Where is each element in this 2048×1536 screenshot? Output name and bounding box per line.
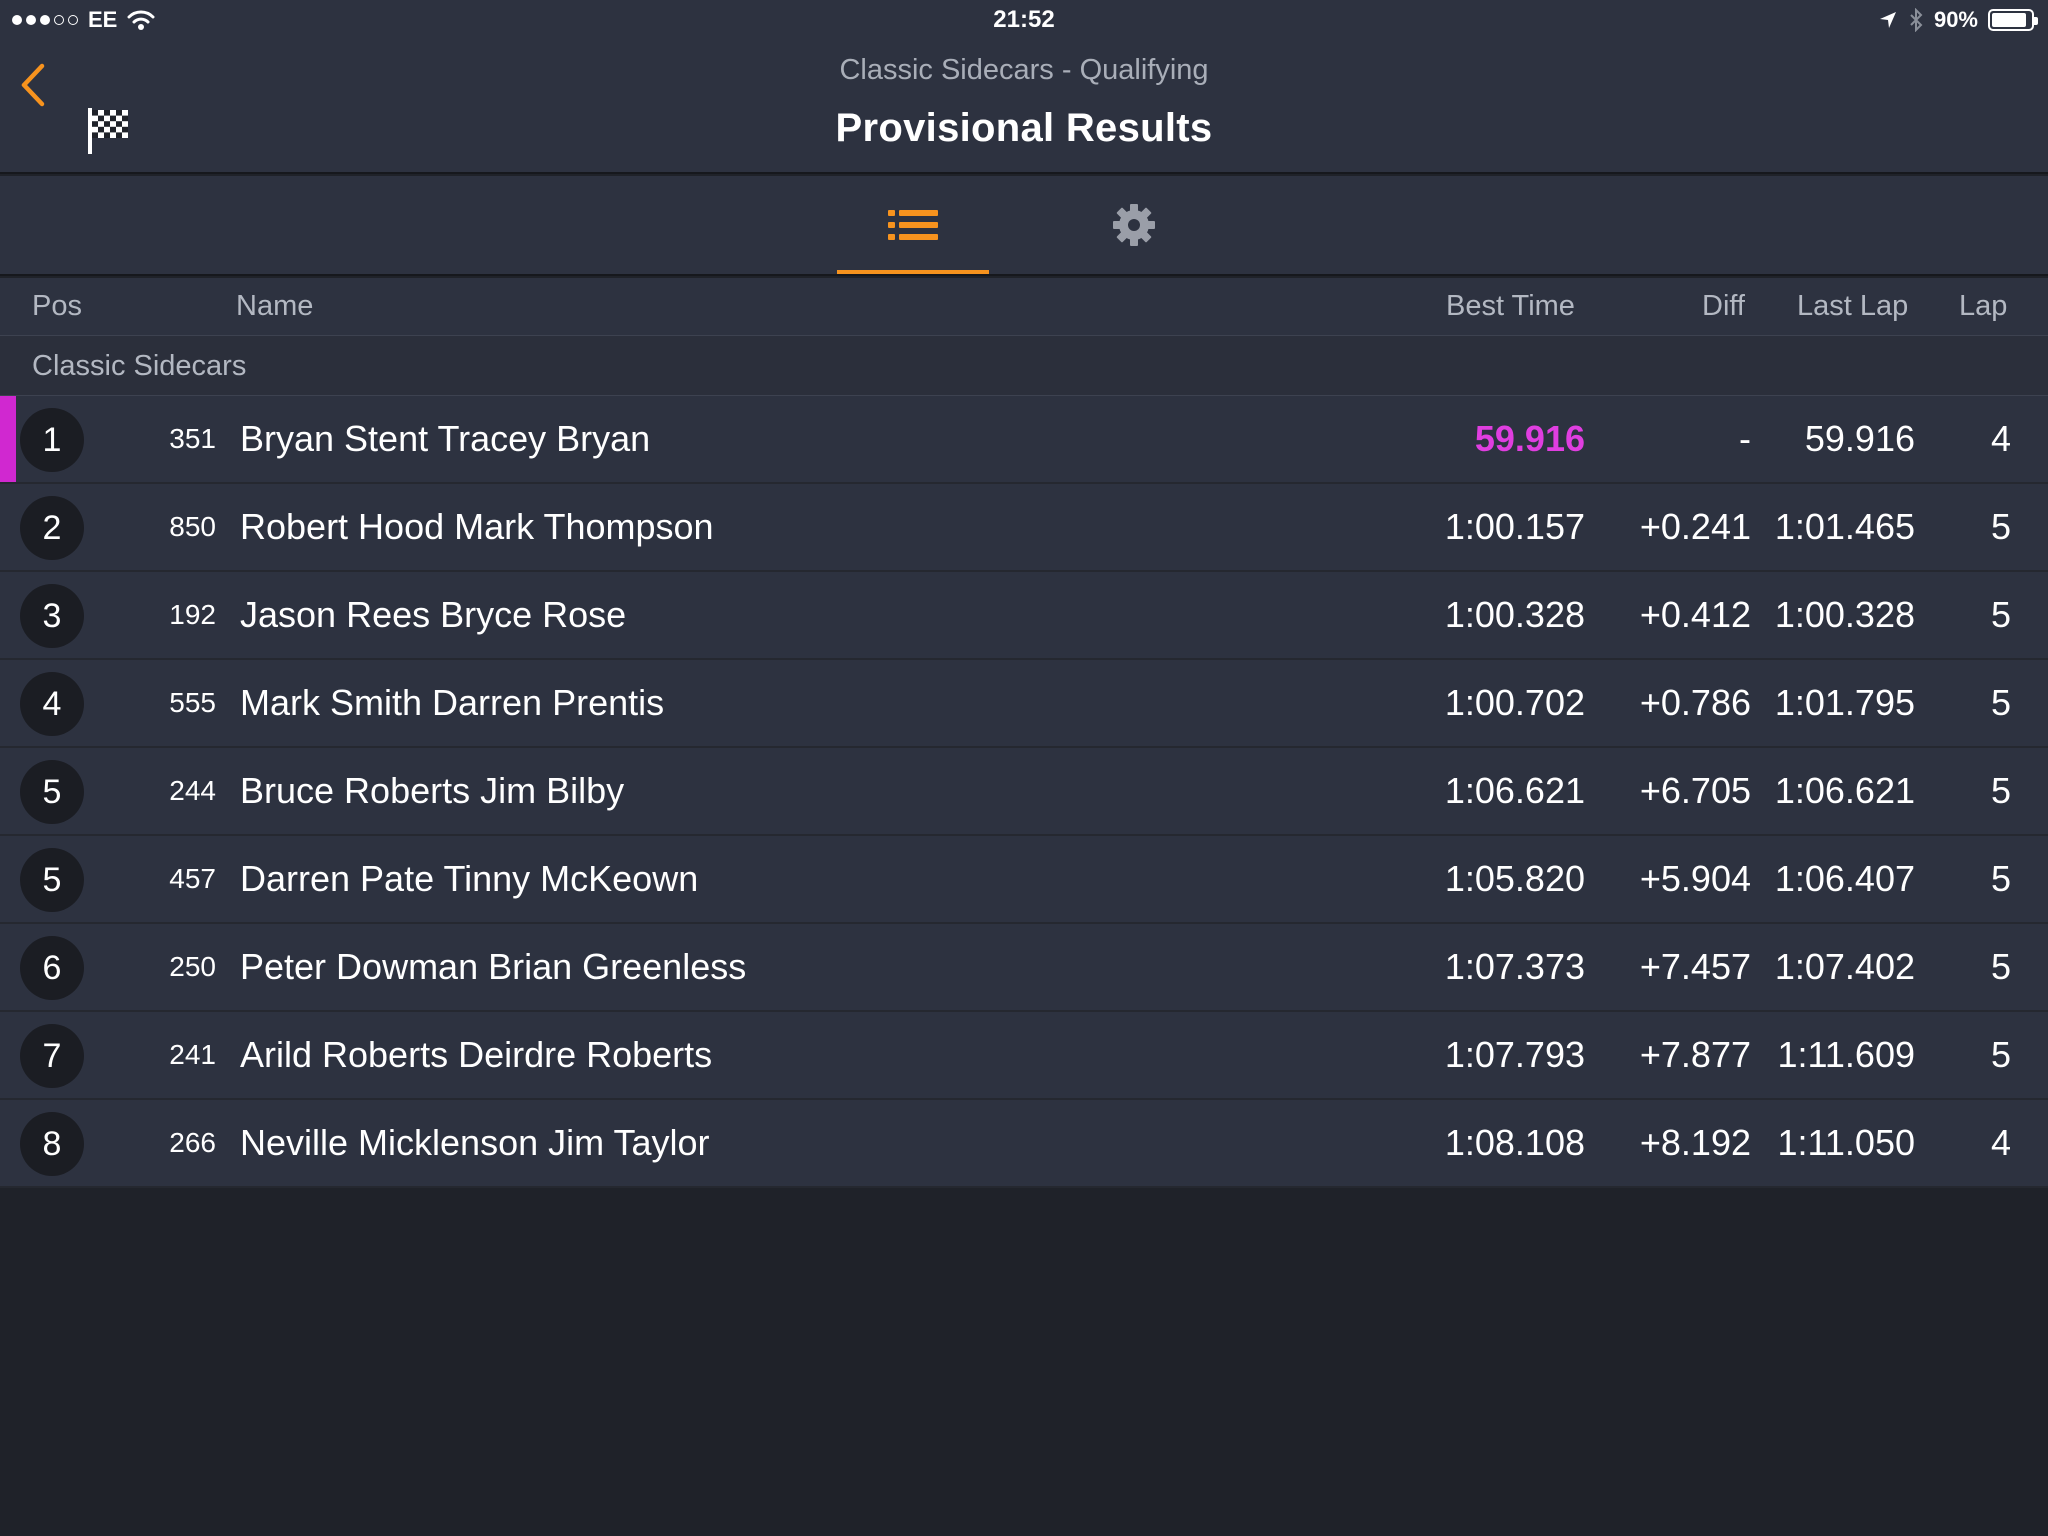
- last-lap-time: 1:01.795: [1774, 682, 1915, 723]
- time-diff: +6.705: [1639, 770, 1751, 811]
- fastest-lap-indicator: [0, 396, 16, 482]
- race-number: 351: [169, 423, 216, 454]
- best-time: 1:07.793: [1444, 1034, 1585, 1075]
- best-time: 1:05.820: [1444, 858, 1585, 899]
- position-badge: 4: [20, 672, 84, 736]
- position-badge: 1: [20, 408, 84, 472]
- page-title: Provisional Results: [835, 106, 1213, 150]
- best-time: 1:00.702: [1444, 682, 1585, 723]
- tab-bar: [0, 176, 2048, 276]
- rider-names: Robert Hood Mark Thompson: [240, 506, 714, 547]
- position-badge: 6: [20, 936, 84, 1000]
- rider-names: Arild Roberts Deirdre Roberts: [240, 1034, 713, 1075]
- last-lap-time: 59.916: [1804, 418, 1915, 459]
- time-diff: +8.192: [1639, 1122, 1751, 1163]
- active-tab-indicator: [837, 270, 989, 274]
- time-diff: +0.412: [1639, 594, 1751, 635]
- best-time: 1:00.157: [1444, 506, 1585, 547]
- tab-settings[interactable]: [1058, 176, 1210, 274]
- time-diff: +7.457: [1639, 946, 1751, 987]
- status-bar-right: 90%: [1878, 6, 2038, 34]
- column-best-time: Best Time: [1446, 290, 1575, 322]
- section-header: Classic Sidecars: [0, 336, 2048, 396]
- lap-count: 5: [1990, 770, 2011, 811]
- table-row[interactable]: 8 266 Neville Micklenson Jim Taylor 1:08…: [0, 1100, 2048, 1188]
- lap-count: 4: [1990, 418, 2011, 459]
- rider-names: Peter Dowman Brian Greenless: [240, 946, 747, 987]
- best-time: 1:06.621: [1444, 770, 1585, 811]
- time-diff: +5.904: [1639, 858, 1751, 899]
- rider-names: Bryan Stent Tracey Bryan: [240, 418, 651, 459]
- last-lap-time: 1:11.050: [1777, 1122, 1915, 1163]
- battery-level: [1992, 13, 2027, 27]
- race-number: 250: [169, 951, 216, 982]
- table-row[interactable]: 3 192 Jason Rees Bryce Rose 1:00.328 +0.…: [0, 572, 2048, 660]
- lap-count: 5: [1990, 1034, 2011, 1075]
- race-number: 241: [169, 1039, 216, 1070]
- location-arrow-icon: [1879, 12, 1896, 28]
- race-number: 192: [169, 599, 216, 630]
- table-row[interactable]: 5 244 Bruce Roberts Jim Bilby 1:06.621 +…: [0, 748, 2048, 836]
- last-lap-time: 1:07.402: [1774, 946, 1915, 987]
- table-column-header: Pos Name Best Time Diff Last Lap Lap: [0, 278, 2048, 336]
- column-last-lap: Last Lap: [1797, 290, 1909, 322]
- position-badge: 5: [20, 848, 84, 912]
- time-diff: +0.786: [1639, 682, 1751, 723]
- time-diff: +0.241: [1639, 506, 1751, 547]
- time-diff: +7.877: [1639, 1034, 1751, 1075]
- lap-count: 5: [1990, 946, 2011, 987]
- last-lap-time: 1:06.621: [1774, 770, 1915, 811]
- lap-count: 4: [1990, 1122, 2011, 1163]
- clock: 21:52: [993, 6, 1055, 33]
- position-badge: 7: [20, 1024, 84, 1088]
- best-time: 59.916: [1474, 418, 1585, 459]
- race-number: 266: [169, 1127, 216, 1158]
- lap-count: 5: [1990, 594, 2011, 635]
- best-time: 1:08.108: [1444, 1122, 1585, 1163]
- column-lap: Lap: [1959, 290, 2008, 322]
- status-bar: EE 21:52 90%: [0, 0, 2048, 40]
- position-badge: 5: [20, 760, 84, 824]
- list-icon: [888, 210, 938, 240]
- table-row[interactable]: 4 555 Mark Smith Darren Prentis 1:00.702…: [0, 660, 2048, 748]
- rider-names: Neville Micklenson Jim Taylor: [240, 1122, 710, 1163]
- last-lap-time: 1:11.609: [1777, 1034, 1915, 1075]
- rider-names: Bruce Roberts Jim Bilby: [240, 770, 625, 811]
- table-row[interactable]: 1 351 Bryan Stent Tracey Bryan 59.916 - …: [0, 396, 2048, 484]
- best-time: 1:07.373: [1444, 946, 1585, 987]
- section-title: Classic Sidecars: [32, 350, 247, 382]
- last-lap-time: 1:01.465: [1774, 506, 1915, 547]
- lap-count: 5: [1990, 682, 2011, 723]
- nav-header: Classic Sidecars - Qualifying Provisiona…: [0, 40, 2048, 174]
- rider-names: Darren Pate Tinny McKeown: [240, 858, 699, 899]
- race-number: 244: [169, 775, 216, 806]
- battery-icon: [1988, 9, 2038, 31]
- last-lap-time: 1:00.328: [1774, 594, 1915, 635]
- position-badge: 3: [20, 584, 84, 648]
- race-number: 555: [169, 687, 216, 718]
- table-row[interactable]: 5 457 Darren Pate Tinny McKeown 1:05.820…: [0, 836, 2048, 924]
- battery-percentage: 90%: [1933, 7, 1978, 32]
- page-subtitle: Classic Sidecars - Qualifying: [839, 54, 1209, 86]
- best-time: 1:00.328: [1444, 594, 1585, 635]
- gear-icon: [1113, 204, 1155, 246]
- position-badge: 2: [20, 496, 84, 560]
- column-diff: Diff: [1702, 290, 1745, 322]
- race-number: 850: [169, 511, 216, 542]
- time-diff: -: [1739, 418, 1751, 459]
- tab-results-list[interactable]: [837, 176, 989, 274]
- table-row[interactable]: 2 850 Robert Hood Mark Thompson 1:00.157…: [0, 484, 2048, 572]
- lap-count: 5: [1990, 858, 2011, 899]
- table-row[interactable]: 6 250 Peter Dowman Brian Greenless 1:07.…: [0, 924, 2048, 1012]
- bluetooth-icon: [1910, 8, 1923, 32]
- last-lap-time: 1:06.407: [1774, 858, 1915, 899]
- rider-names: Jason Rees Bryce Rose: [240, 594, 627, 635]
- table-row[interactable]: 7 241 Arild Roberts Deirdre Roberts 1:07…: [0, 1012, 2048, 1100]
- column-name: Name: [236, 290, 314, 322]
- position-badge: 8: [20, 1112, 84, 1176]
- rider-names: Mark Smith Darren Prentis: [240, 682, 665, 723]
- lap-count: 5: [1990, 506, 2011, 547]
- column-pos: Pos: [32, 290, 82, 322]
- race-number: 457: [169, 863, 216, 894]
